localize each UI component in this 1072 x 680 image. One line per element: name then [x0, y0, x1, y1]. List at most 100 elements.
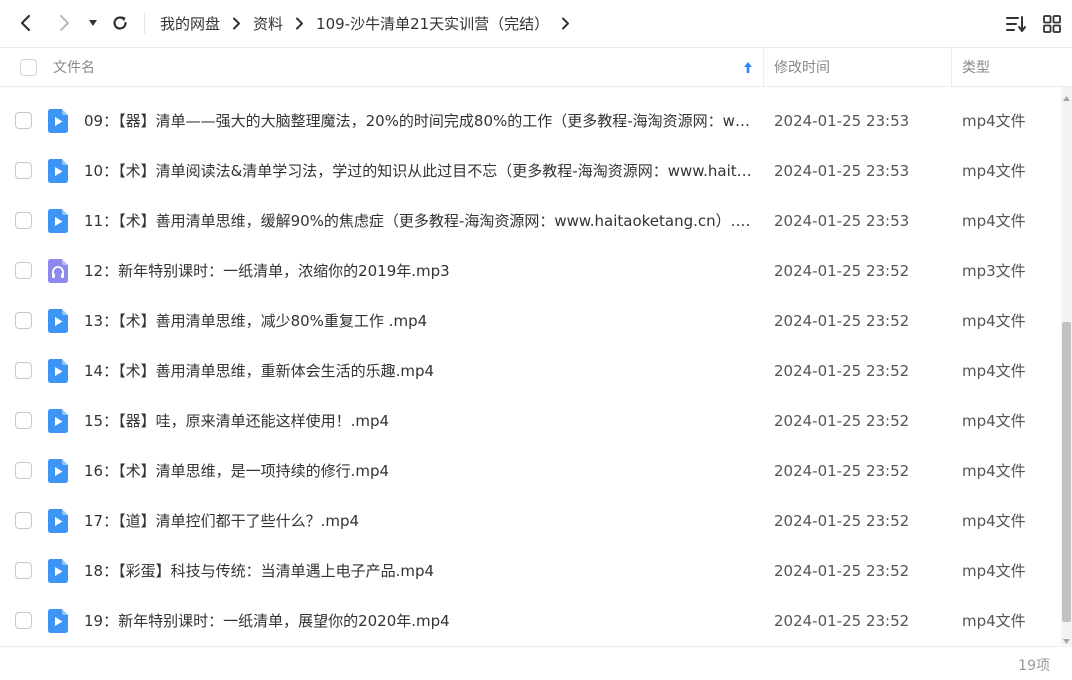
- column-modified-header[interactable]: 修改时间: [774, 48, 830, 86]
- breadcrumb-item-materials[interactable]: 资料: [253, 13, 283, 34]
- breadcrumb-item-current-folder[interactable]: 109-沙牛清单21天实训营（完结）: [316, 13, 549, 34]
- file-modified-date: 2024-01-25 23:52: [774, 612, 910, 630]
- chevron-right-icon: [59, 14, 70, 32]
- file-modified-date: 2024-01-25 23:52: [774, 562, 910, 580]
- video-file-icon: [48, 309, 68, 333]
- video-file-icon: [48, 609, 68, 633]
- column-header: 文件名 修改时间 类型: [0, 47, 1072, 87]
- file-type: mp4文件: [962, 512, 1026, 530]
- file-name[interactable]: 17：【道】清单控们都干了些什么？.mp4: [84, 496, 756, 546]
- video-file-icon: [48, 409, 68, 433]
- status-bar: 19项: [0, 646, 1072, 680]
- file-name[interactable]: 16：【术】清单思维，是一项持续的修行.mp4: [84, 446, 756, 496]
- breadcrumb-expand-icon[interactable]: [561, 17, 570, 30]
- video-file-icon: [48, 459, 68, 483]
- file-type: mp4文件: [962, 362, 1026, 380]
- row-checkbox[interactable]: [15, 112, 32, 129]
- breadcrumb: 我的网盘 资料 109-沙牛清单21天实训营（完结）: [160, 0, 570, 46]
- history-dropdown-button[interactable]: [82, 11, 104, 35]
- file-name[interactable]: 11：【术】善用清单思维，缓解90%的焦虑症（更多教程-海淘资源网：www.ha…: [84, 196, 756, 246]
- file-name[interactable]: 09：【器】清单——强大的大脑整理魔法，20%的时间完成80%的工作（更多教程-…: [84, 96, 756, 146]
- row-checkbox[interactable]: [15, 162, 32, 179]
- forward-button[interactable]: [52, 11, 76, 35]
- file-modified-date: 2024-01-25 23:52: [774, 312, 910, 330]
- row-checkbox[interactable]: [15, 462, 32, 479]
- row-checkbox[interactable]: [15, 512, 32, 529]
- item-count: 19项: [1018, 658, 1050, 674]
- row-checkbox[interactable]: [15, 312, 32, 329]
- row-checkbox[interactable]: [15, 612, 32, 629]
- column-divider: [951, 48, 952, 86]
- file-name[interactable]: 10：【术】清单阅读法&清单学习法，学过的知识从此过目不忘（更多教程-海淘资源网…: [84, 146, 756, 196]
- file-row[interactable]: 10：【术】清单阅读法&清单学习法，学过的知识从此过目不忘（更多教程-海淘资源网…: [0, 146, 1060, 196]
- grid-view-icon: [1043, 15, 1061, 33]
- file-type: mp3文件: [962, 262, 1026, 280]
- file-row[interactable]: 11：【术】善用清单思维，缓解90%的焦虑症（更多教程-海淘资源网：www.ha…: [0, 196, 1060, 246]
- sort-button[interactable]: [1005, 13, 1027, 35]
- select-all-checkbox-wrap: [20, 48, 37, 86]
- video-file-icon: [48, 159, 68, 183]
- scroll-up-arrow-icon[interactable]: [1062, 88, 1071, 101]
- select-all-checkbox[interactable]: [20, 58, 37, 76]
- file-modified-date: 2024-01-25 23:52: [774, 262, 910, 280]
- row-checkbox[interactable]: [15, 362, 32, 379]
- file-name[interactable]: 13：【术】善用清单思维，减少80%重复工作 .mp4: [84, 296, 756, 346]
- file-name[interactable]: 12：新年特别课时：一纸清单，浓缩你的2019年.mp3: [84, 246, 756, 296]
- audio-file-icon: [48, 259, 68, 283]
- file-modified-date: 2024-01-25 23:53: [774, 212, 910, 230]
- breadcrumb-item-my-drive[interactable]: 我的网盘: [160, 13, 220, 34]
- column-divider: [763, 48, 764, 86]
- file-row[interactable]: 12：新年特别课时：一纸清单，浓缩你的2019年.mp3 2024-01-25 2…: [0, 246, 1060, 296]
- video-file-icon: [48, 209, 68, 233]
- column-name-header[interactable]: 文件名: [53, 48, 95, 86]
- file-row[interactable]: 19：新年特别课时：一纸清单，展望你的2020年.mp4 2024-01-25 2…: [0, 596, 1060, 646]
- file-type: mp4文件: [962, 212, 1026, 230]
- breadcrumb-separator-icon: [295, 17, 304, 30]
- toolbar-divider: [144, 12, 145, 34]
- file-modified-date: 2024-01-25 23:52: [774, 412, 910, 430]
- video-file-icon: [48, 359, 68, 383]
- file-row[interactable]: 13：【术】善用清单思维，减少80%重复工作 .mp4 2024-01-25 23…: [0, 296, 1060, 346]
- file-modified-date: 2024-01-25 23:52: [774, 362, 910, 380]
- file-row[interactable]: 18：【彩蛋】科技与传统：当清单遇上电子产品.mp4 2024-01-25 23:…: [0, 546, 1060, 596]
- row-checkbox[interactable]: [15, 562, 32, 579]
- chevron-left-icon: [20, 14, 31, 32]
- file-row[interactable]: 16：【术】清单思维，是一项持续的修行.mp4 2024-01-25 23:52 m…: [0, 446, 1060, 496]
- refresh-button[interactable]: [108, 11, 132, 35]
- view-mode-button[interactable]: [1041, 13, 1063, 35]
- video-file-icon: [48, 559, 68, 583]
- file-list: 09：【器】清单——强大的大脑整理魔法，20%的时间完成80%的工作（更多教程-…: [0, 96, 1060, 646]
- file-type: mp4文件: [962, 162, 1026, 180]
- file-name[interactable]: 19：新年特别课时：一纸清单，展望你的2020年.mp4: [84, 596, 756, 646]
- file-type: mp4文件: [962, 562, 1026, 580]
- column-type-header[interactable]: 类型: [962, 48, 990, 86]
- file-type: mp4文件: [962, 412, 1026, 430]
- file-type: mp4文件: [962, 462, 1026, 480]
- file-type: mp4文件: [962, 112, 1026, 130]
- file-name[interactable]: 15：【器】哇，原来清单还能这样使用！.mp4: [84, 396, 756, 446]
- row-checkbox[interactable]: [15, 262, 32, 279]
- file-name[interactable]: 18：【彩蛋】科技与传统：当清单遇上电子产品.mp4: [84, 546, 756, 596]
- file-row[interactable]: 14：【术】善用清单思维，重新体会生活的乐趣.mp4 2024-01-25 23:…: [0, 346, 1060, 396]
- scroll-down-arrow-icon[interactable]: [1062, 630, 1071, 644]
- video-file-icon: [48, 509, 68, 533]
- row-checkbox[interactable]: [15, 412, 32, 429]
- video-file-icon: [48, 109, 68, 133]
- row-checkbox[interactable]: [15, 212, 32, 229]
- file-row[interactable]: 17：【道】清单控们都干了些什么？.mp4 2024-01-25 23:52 mp4…: [0, 496, 1060, 546]
- file-modified-date: 2024-01-25 23:53: [774, 162, 910, 180]
- file-type: mp4文件: [962, 612, 1026, 630]
- top-toolbar: 我的网盘 资料 109-沙牛清单21天实训营（完结）: [0, 0, 1072, 46]
- sort-ascending-icon[interactable]: [743, 48, 753, 86]
- scrollbar-thumb[interactable]: [1062, 322, 1071, 622]
- back-button[interactable]: [14, 11, 38, 35]
- file-name[interactable]: 14：【术】善用清单思维，重新体会生活的乐趣.mp4: [84, 346, 756, 396]
- caret-down-icon: [89, 20, 97, 26]
- breadcrumb-separator-icon: [232, 17, 241, 30]
- sort-icon: [1006, 16, 1026, 32]
- file-row[interactable]: 15：【器】哇，原来清单还能这样使用！.mp4 2024-01-25 23:52 m…: [0, 396, 1060, 446]
- file-modified-date: 2024-01-25 23:52: [774, 512, 910, 530]
- file-modified-date: 2024-01-25 23:53: [774, 112, 910, 130]
- file-modified-date: 2024-01-25 23:52: [774, 462, 910, 480]
- file-row[interactable]: 09：【器】清单——强大的大脑整理魔法，20%的时间完成80%的工作（更多教程-…: [0, 96, 1060, 146]
